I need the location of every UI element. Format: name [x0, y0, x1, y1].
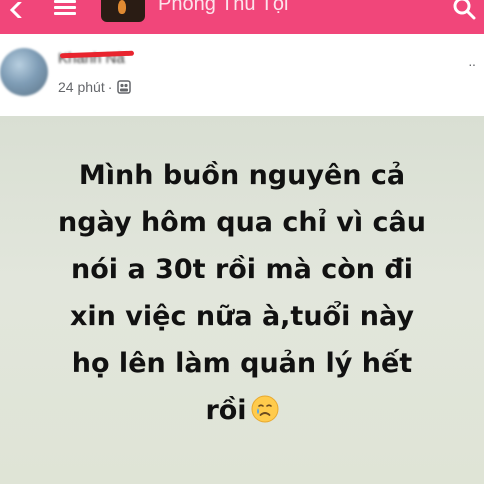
- post-text-line: họ lên làm quản lý hết: [71, 348, 413, 379]
- post-text: Mình buồn nguyên cả ngày hôm qua chỉ vì …: [10, 152, 474, 434]
- screen: Phong Thủ Tội Khanh Nà 24 phút · ·· Mình…: [0, 0, 484, 484]
- menu-icon[interactable]: [54, 0, 76, 16]
- back-icon[interactable]: [6, 0, 28, 20]
- post-text-line: ngày hôm qua chỉ vì câu: [58, 207, 426, 238]
- post-time[interactable]: 24 phút: [58, 79, 105, 95]
- meta-separator: ·: [107, 79, 113, 95]
- post-text-line: rồi: [205, 395, 247, 426]
- post-header: Khanh Nà 24 phút · ··: [0, 34, 484, 116]
- group-name[interactable]: Phong Thủ Tội: [158, 0, 288, 16]
- more-options-icon[interactable]: ··: [468, 56, 476, 72]
- post-meta: 24 phút ·: [58, 79, 132, 97]
- search-icon[interactable]: [452, 0, 476, 20]
- post-text-line: Mình buồn nguyên cả: [78, 160, 406, 191]
- post-text-last-line: rồi: [10, 387, 474, 434]
- author-name[interactable]: Khanh Nà: [58, 50, 148, 72]
- group-members-icon: [117, 80, 132, 97]
- post-content-card: Mình buồn nguyên cả ngày hôm qua chỉ vì …: [0, 116, 484, 484]
- post-text-line: xin việc nữa à,tuổi này: [70, 301, 414, 332]
- sad-tear-emoji-icon: [251, 391, 279, 423]
- app-bar: Phong Thủ Tội: [0, 0, 484, 34]
- flame-icon: [118, 0, 126, 14]
- group-avatar[interactable]: [101, 0, 145, 22]
- author-avatar[interactable]: [0, 48, 48, 96]
- post-text-line: nói a 30t rồi mà còn đi: [71, 254, 413, 285]
